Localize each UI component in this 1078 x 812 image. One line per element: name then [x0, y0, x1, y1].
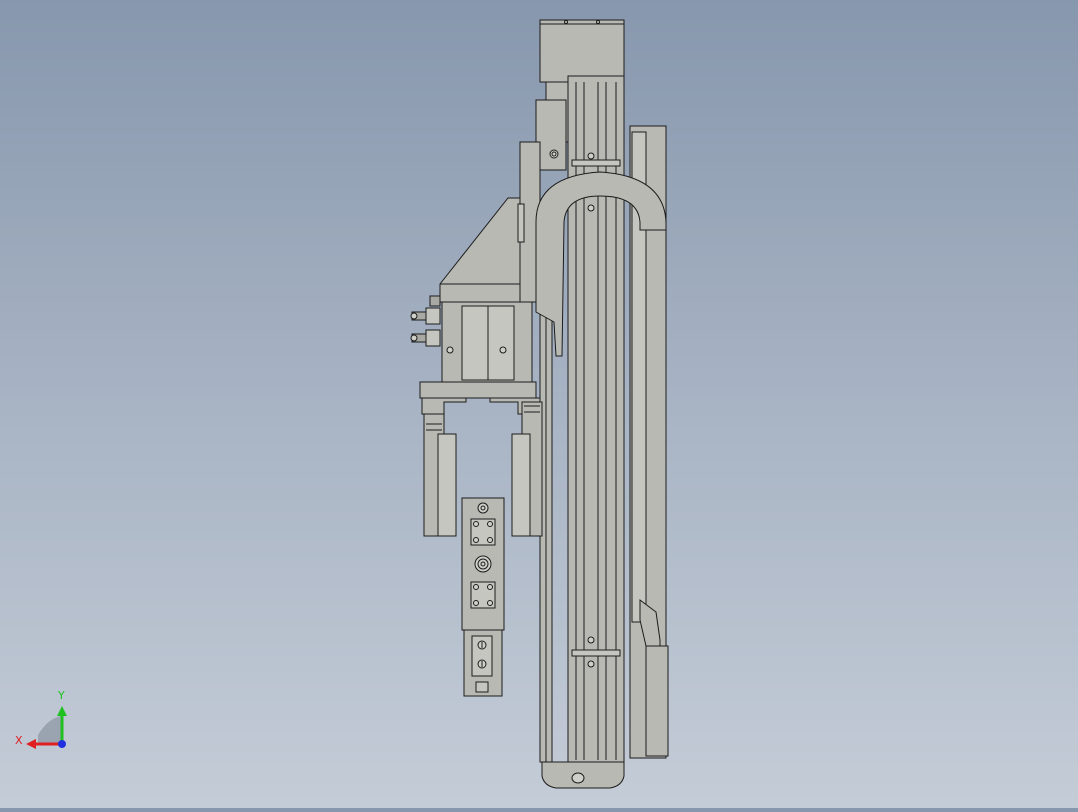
- gripper-jaw-left: [421, 397, 467, 537]
- air-fitting-upper[interactable]: [410, 295, 441, 325]
- x-axis-arrowhead: [26, 739, 36, 749]
- x-axis-label: X: [15, 734, 23, 747]
- triad-plane-shade: [38, 716, 62, 744]
- gripper-base-plate: [419, 381, 537, 399]
- gusset-bracket: [439, 197, 525, 303]
- air-fitting-lower[interactable]: [410, 329, 441, 347]
- cad-viewport[interactable]: .b { fill:#b9b9b3; stroke:#1c1c1c; strok…: [0, 0, 1078, 808]
- sensor-bracket: [463, 629, 503, 697]
- y-axis-arrowhead: [57, 706, 67, 716]
- model-drawing[interactable]: .b { fill:#b9b9b3; stroke:#1c1c1c; strok…: [0, 0, 1078, 808]
- mounting-plate: [461, 497, 505, 631]
- y-axis-label: Y: [57, 689, 65, 702]
- orientation-triad: X Y: [15, 689, 67, 749]
- cylinder-block: [441, 301, 533, 383]
- z-axis-dot: [58, 740, 66, 748]
